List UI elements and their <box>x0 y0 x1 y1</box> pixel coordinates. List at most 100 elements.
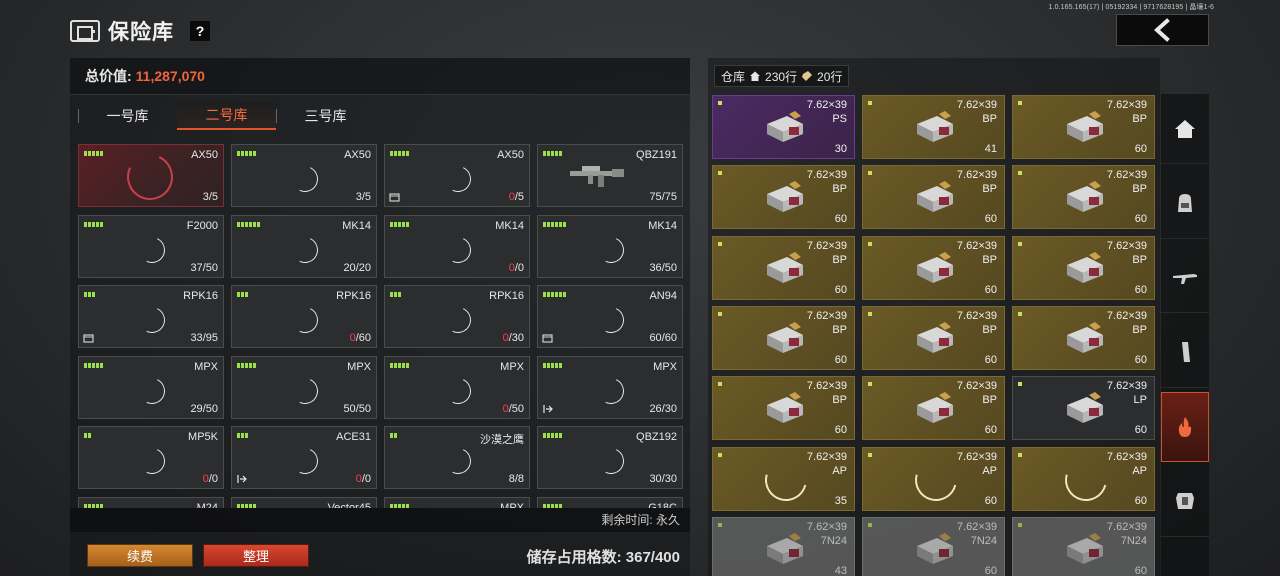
vault-item-card[interactable]: 沙漠之鹰 8/8 <box>384 426 530 489</box>
ammo-item-card[interactable]: 7.62×39 BP 60 <box>1012 305 1155 370</box>
ammo-count: 60 <box>1134 564 1147 576</box>
ammo-item-card[interactable]: 7.62×39 BP 60 <box>862 376 1005 441</box>
ammo-item-card[interactable]: 7.62×39 AP 35 <box>712 446 855 511</box>
sidebar-item-magazine[interactable] <box>1161 318 1209 388</box>
vault-item-card[interactable]: RPK16 33/95 <box>78 285 224 348</box>
vault-item-card[interactable]: AX50 3/5 <box>78 144 224 207</box>
sidebar-item-backpack[interactable] <box>1161 169 1209 239</box>
rifle-icon <box>1173 273 1197 284</box>
ammo-item-card[interactable]: 7.62×39 BP 60 <box>862 305 1005 370</box>
vault-item-card[interactable]: MPX 0/50 <box>384 355 530 419</box>
export-icon <box>237 475 247 483</box>
ammo-caliber: 7.62×39 <box>806 99 847 111</box>
rarity-dots <box>543 221 566 227</box>
ammo-type: BP <box>1132 183 1147 196</box>
vault-item-card[interactable]: MPX 50/50 <box>231 355 377 419</box>
ammo-item-card[interactable]: 7.62×39 BP 60 <box>1012 165 1155 230</box>
ammo-item-card[interactable]: 7.62×39 BP 60 <box>1012 235 1155 300</box>
ammo-item-card[interactable]: 7.62×39 BP 41 <box>862 95 1005 159</box>
sidebar-item-home[interactable] <box>1161 94 1209 164</box>
vault-item-card[interactable]: Vector45 <box>231 496 377 508</box>
vault-item-card[interactable]: F2000 37/50 <box>78 214 224 278</box>
sidebar-item-armor[interactable] <box>1161 467 1209 537</box>
item-quantity: 29/50 <box>190 402 218 415</box>
rarity-dots <box>237 292 248 297</box>
vault-item-card[interactable]: MPX 26/30 <box>537 355 683 419</box>
export-icon <box>543 404 553 413</box>
vault-item-card[interactable]: QBZ191 75/75 <box>537 144 683 207</box>
ammo-count: 60 <box>1134 424 1147 437</box>
vault-item-card[interactable]: MK14 0/0 <box>384 214 530 278</box>
vault-item-card[interactable]: AX50 3/5 <box>231 144 377 207</box>
back-button[interactable] <box>1116 14 1209 46</box>
rarity-dots <box>84 221 103 227</box>
help-button[interactable]: ? <box>190 21 210 41</box>
vault-item-card[interactable]: QBZ192 30/30 <box>537 426 683 489</box>
vault-item-card[interactable]: MPX <box>384 496 530 508</box>
ammo-box-icon <box>1067 111 1103 142</box>
ammo-count: 60 <box>1134 494 1147 507</box>
item-quantity: 0/0 <box>202 473 218 485</box>
rarity-dots <box>237 151 256 156</box>
rarity-tag <box>718 452 722 457</box>
ammo-caliber: 7.62×39 <box>806 309 847 322</box>
warehouse-label: 仓库 <box>721 69 746 84</box>
total-value-row: 总价值: 11,287,070 <box>70 58 690 94</box>
ammo-box-icon <box>917 392 953 424</box>
tab-vault-2[interactable]: 二号库 <box>177 101 276 130</box>
item-name: RPK16 <box>336 290 371 302</box>
vault-item-card[interactable]: G18C <box>537 496 683 508</box>
vault-item-card[interactable]: MK14 36/50 <box>537 214 683 278</box>
house-icon <box>750 71 761 81</box>
tab-vault-1[interactable]: 一号库 <box>78 102 177 130</box>
ammo-item-card[interactable]: 7.62×39 BP 60 <box>712 305 855 370</box>
ammo-box-icon <box>767 111 803 142</box>
rarity-tag <box>718 382 722 387</box>
vault-item-card[interactable]: RPK16 0/60 <box>231 285 377 348</box>
vault-item-card[interactable]: ACE31 0/0 <box>231 426 377 489</box>
rarity-tag <box>868 452 872 457</box>
vault-item-card[interactable]: MK14 20/20 <box>231 214 377 278</box>
sort-button[interactable]: 整理 <box>203 544 309 567</box>
backpack-icon <box>1178 194 1192 212</box>
sidebar-item-ammo-fire[interactable] <box>1161 392 1209 462</box>
sidebar-item-rifle[interactable] <box>1161 243 1209 313</box>
ammo-item-card[interactable]: 7.62×39 BP 60 <box>712 376 855 441</box>
ammo-caliber: 7.62×39 <box>956 169 997 182</box>
item-quantity: 33/95 <box>190 332 218 344</box>
renew-button[interactable]: 续费 <box>87 544 193 567</box>
ammo-item-card[interactable]: 7.62×39 BP 60 <box>712 165 855 230</box>
tab-vault-3[interactable]: 三号库 <box>276 102 375 130</box>
vault-item-card[interactable]: MP5K 0/0 <box>78 426 224 489</box>
ammo-item-card[interactable]: 7.62×39 7N24 60 <box>1012 516 1155 576</box>
ammo-item-card[interactable]: 7.62×39 BP 60 <box>1012 95 1155 159</box>
ammo-item-card[interactable]: 7.62×39 AP 60 <box>862 446 1005 511</box>
item-quantity: 3/5 <box>355 191 371 203</box>
loading-spinner-icon <box>594 373 628 408</box>
ammo-item-card[interactable]: 7.62×39 AP 60 <box>1012 446 1155 511</box>
ammo-item-card[interactable]: 7.62×39 LP 60 <box>1012 376 1155 441</box>
ammo-item-card[interactable]: 7.62×39 BP 60 <box>862 235 1005 300</box>
vault-item-card[interactable]: M24 <box>78 496 224 508</box>
ammo-box-icon <box>767 181 803 213</box>
item-name: QBZ191 <box>636 149 677 161</box>
ammo-item-card[interactable]: 7.62×39 7N24 43 <box>712 516 855 576</box>
ammo-item-card[interactable]: 7.62×39 BP 60 <box>862 165 1005 230</box>
warehouse-item-grid: 7.62×39 PS 30 7.62×39 BP 41 7.62×39 BP 60 7.62×39… <box>712 95 1160 576</box>
rarity-dots <box>237 433 248 438</box>
vault-item-card[interactable]: AN94 60/60 <box>537 285 683 348</box>
case-icon <box>542 334 553 343</box>
item-name: RPK16 <box>183 290 218 302</box>
vault-item-card[interactable]: AX50 0/5 <box>384 144 530 207</box>
loading-spinner-icon <box>135 303 169 337</box>
vault-item-card[interactable]: RPK16 0/30 <box>384 285 530 348</box>
ammo-item-card[interactable]: 7.62×39 PS 30 <box>712 95 855 159</box>
item-quantity: 26/30 <box>649 402 677 415</box>
ammo-item-card[interactable]: 7.62×39 BP 60 <box>712 235 855 300</box>
item-quantity: 36/50 <box>649 261 677 274</box>
item-quantity: 37/50 <box>190 261 218 274</box>
ammo-box-icon <box>1067 392 1103 424</box>
ammo-item-card[interactable]: 7.62×39 7N24 60 <box>862 516 1005 576</box>
rarity-tag <box>868 382 872 387</box>
vault-item-card[interactable]: MPX 29/50 <box>78 355 224 419</box>
